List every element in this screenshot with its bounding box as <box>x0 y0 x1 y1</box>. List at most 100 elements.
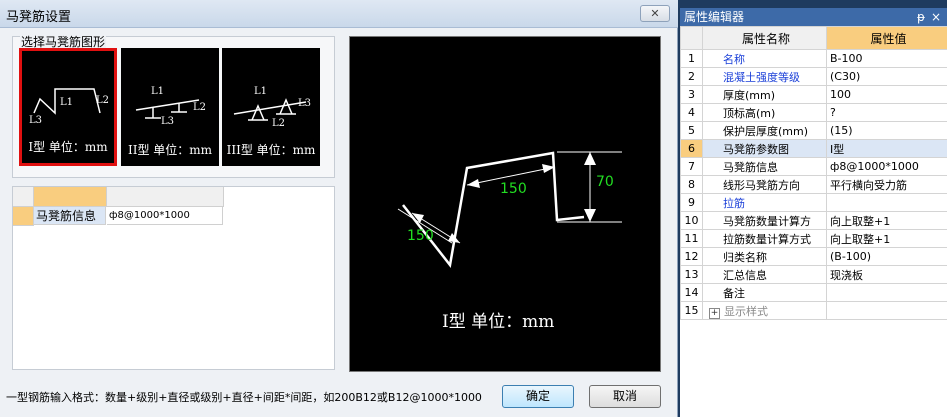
close-icon[interactable]: × <box>931 8 941 26</box>
property-editor-titlebar: 属性编辑器 ᵽ × <box>680 8 947 26</box>
property-value[interactable]: B-100 <box>826 49 947 68</box>
grid-row-value[interactable]: ф8@1000*1000 <box>107 207 223 225</box>
property-row-selected[interactable]: 6 马凳筋参数图 I型 <box>680 139 947 158</box>
property-value[interactable]: (C30) <box>826 67 947 86</box>
property-row[interactable]: 11 拉筋数量计算方式 向上取整+1 <box>680 229 947 248</box>
grid-header-value <box>107 187 224 207</box>
grid-corner <box>13 187 34 207</box>
row-number: 4 <box>680 103 703 122</box>
rebar-info-grid: 马凳筋信息 ф8@1000*1000 <box>12 186 335 370</box>
grid-row-selector[interactable] <box>13 207 34 226</box>
row-number: 9 <box>680 193 703 212</box>
shape-3-l3: L2 <box>272 118 286 129</box>
row-number: 10 <box>680 211 703 230</box>
property-row[interactable]: 2 混凝土强度等级 (C30) <box>680 67 947 86</box>
property-value[interactable] <box>826 283 947 302</box>
row-number: 15 <box>680 301 703 320</box>
shape-1-caption: I型 单位：mm <box>28 140 108 154</box>
input-format-hint: 一型钢筋输入格式：数量+级别+直径或级别+直径+间距*间距，如200B12或B1… <box>6 391 482 404</box>
property-value[interactable]: ф8@1000*1000 <box>826 157 947 176</box>
property-table-header: 属性名称 属性值 <box>680 26 947 50</box>
property-value[interactable]: ? <box>826 103 947 122</box>
property-name: 备注 <box>702 283 827 302</box>
cancel-button[interactable]: 取消 <box>589 385 661 408</box>
pin-icon[interactable]: ᵽ <box>917 8 925 26</box>
property-table: 属性名称 属性值 1 名称 B-100 2 混凝土强度等级 (C30) 3 厚度(mm) 1… <box>680 26 947 320</box>
property-row[interactable]: 12 归类名称 (B-100) <box>680 247 947 266</box>
property-name: 保护层厚度(mm) <box>702 121 827 140</box>
header-corner <box>680 26 703 50</box>
preview-dim-bottom: 150 <box>407 228 434 244</box>
property-row[interactable]: 10 马凳筋数量计算方 向上取整+1 <box>680 211 947 230</box>
property-value[interactable]: I型 <box>826 139 947 158</box>
property-row[interactable]: 3 厚度(mm) 100 <box>680 85 947 104</box>
property-row[interactable]: 1 名称 B-100 <box>680 49 947 68</box>
row-number: 1 <box>680 49 703 68</box>
pe-top-gap <box>680 0 947 8</box>
property-name: 线形马凳筋方向 <box>702 175 827 194</box>
dialog-title: 马凳筋设置 <box>6 10 72 25</box>
row-number: 6 <box>680 139 703 158</box>
grid-row-label: 马凳筋信息 <box>34 207 106 225</box>
property-name: 归类名称 <box>702 247 827 266</box>
property-value[interactable] <box>826 301 947 320</box>
property-row[interactable]: 8 线形马凳筋方向 平行横向受力筋 <box>680 175 947 194</box>
shape-3-l2: L3 <box>298 98 312 109</box>
property-row[interactable]: 5 保护层厚度(mm) (15) <box>680 121 947 140</box>
header-property-name: 属性名称 <box>702 26 827 50</box>
property-value[interactable]: 现浇板 <box>826 265 947 284</box>
row-number: 11 <box>680 229 703 248</box>
row-number: 8 <box>680 175 703 194</box>
property-name: 马凳筋数量计算方 <box>702 211 827 230</box>
shape-3-caption: III型 单位：mm <box>226 143 316 157</box>
shape-3-l1: L1 <box>254 86 268 97</box>
property-name: 显示样式 <box>724 304 768 318</box>
preview-dim-height: 70 <box>596 174 614 190</box>
property-value[interactable]: 向上取整+1 <box>826 211 947 230</box>
property-row[interactable]: 14 备注 <box>680 283 947 302</box>
mandeng-settings-dialog: 马凳筋设置 ✕ 选择马凳筋图形 L1 L2 L3 I型 单位：mm L1 L2 … <box>0 0 678 417</box>
row-number: 12 <box>680 247 703 266</box>
property-value[interactable] <box>826 193 947 212</box>
shape-option-type-2[interactable]: L1 L2 L3 II型 单位：mm <box>121 48 219 166</box>
property-name: 名称 <box>702 49 827 68</box>
shape-1-l1: L1 <box>60 97 74 108</box>
row-number: 2 <box>680 67 703 86</box>
row-number: 3 <box>680 85 703 104</box>
property-value[interactable]: 向上取整+1 <box>826 229 947 248</box>
shape-2-l1: L1 <box>151 86 165 97</box>
shape-2-l2: L2 <box>193 102 207 113</box>
property-value[interactable]: 100 <box>826 85 947 104</box>
property-name: 顶标高(m) <box>702 103 827 122</box>
property-row[interactable]: 7 马凳筋信息 ф8@1000*1000 <box>680 157 947 176</box>
shape-option-type-3[interactable]: L1 L3 L2 III型 单位：mm <box>222 48 320 166</box>
row-number: 5 <box>680 121 703 140</box>
property-editor-panel: 属性编辑器 ᵽ × 属性名称 属性值 1 名称 B-100 2 混凝土强度等级 (C30… <box>680 8 947 417</box>
property-row[interactable]: 9 拉筋 <box>680 193 947 212</box>
property-name: 混凝土强度等级 <box>702 67 827 86</box>
property-value[interactable]: 平行横向受力筋 <box>826 175 947 194</box>
row-number: 13 <box>680 265 703 284</box>
grid-header-name <box>34 187 107 207</box>
property-name: 拉筋 <box>702 193 827 212</box>
property-row[interactable]: 15 + 显示样式 <box>680 301 947 320</box>
property-value[interactable]: (B-100) <box>826 247 947 266</box>
preview-dim-top: 150 <box>500 181 527 197</box>
shape-preview: 150 150 70 I型 单位：mm <box>349 36 661 372</box>
shape-1-l2: L2 <box>96 95 110 106</box>
property-name: 汇总信息 <box>702 265 827 284</box>
property-value[interactable]: (15) <box>826 121 947 140</box>
property-name: 马凳筋参数图 <box>702 139 827 158</box>
expand-icon[interactable]: + <box>709 307 720 319</box>
property-row[interactable]: 4 顶标高(m)? <box>680 103 947 122</box>
property-row[interactable]: 13 汇总信息 现浇板 <box>680 265 947 284</box>
property-name: 拉筋数量计算方式 <box>702 229 827 248</box>
shape-option-type-1[interactable]: L1 L2 L3 I型 单位：mm <box>19 48 117 166</box>
header-property-value: 属性值 <box>826 26 947 50</box>
row-number: 7 <box>680 157 703 176</box>
ok-button[interactable]: 确定 <box>502 385 574 408</box>
property-name: 马凳筋信息 <box>702 157 827 176</box>
property-editor-title: 属性编辑器 <box>684 10 745 24</box>
shape-2-l3: L3 <box>161 116 175 127</box>
close-button[interactable]: ✕ <box>640 5 670 22</box>
